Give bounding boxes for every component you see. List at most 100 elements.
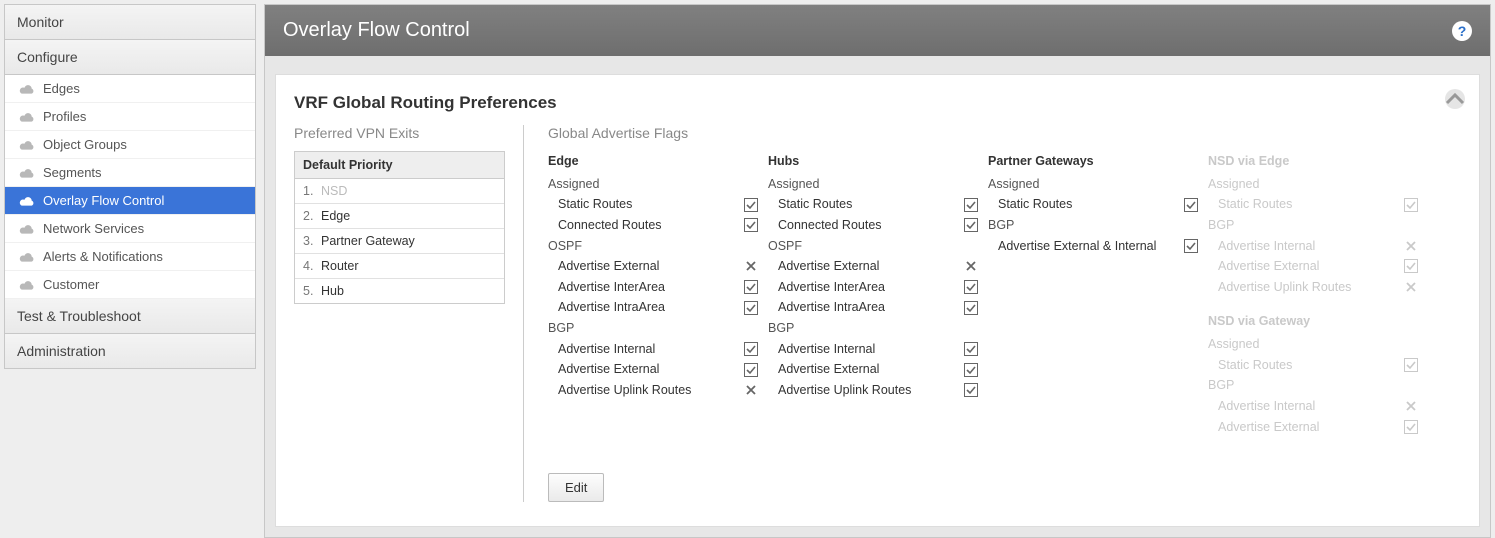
priority-number: 3. (303, 234, 321, 248)
flag-label: Connected Routes (558, 215, 662, 236)
flag-label: Advertise InterArea (778, 277, 885, 298)
cloud-icon (19, 111, 35, 123)
cloud-icon (19, 251, 35, 263)
main-header: Overlay Flow Control ? (265, 5, 1490, 56)
flag-row: Advertise InterArea (548, 277, 758, 298)
sidebar-item-network-services[interactable]: Network Services (5, 215, 255, 243)
flag-group-label: BGP (988, 215, 1198, 236)
flag-label: Advertise IntraArea (558, 297, 665, 318)
card-content: Preferred VPN Exits Default Priority 1.N… (294, 125, 1461, 502)
flag-column-title: NSD via Edge (1208, 151, 1418, 172)
sidebar-section-configure[interactable]: Configure (5, 40, 255, 75)
unchecked-icon[interactable] (1404, 239, 1418, 253)
checked-icon[interactable] (1404, 259, 1418, 273)
checked-icon[interactable] (744, 218, 758, 232)
flag-label: Static Routes (1218, 194, 1292, 215)
flags-title: Global Advertise Flags (548, 125, 1461, 141)
unchecked-icon[interactable] (1404, 280, 1418, 294)
checked-icon[interactable] (964, 342, 978, 356)
sidebar-item-label: Overlay Flow Control (43, 193, 164, 208)
sidebar-item-profiles[interactable]: Profiles (5, 103, 255, 131)
priority-row[interactable]: 3.Partner Gateway (295, 229, 504, 254)
checked-icon[interactable] (744, 363, 758, 377)
flag-label: Advertise Internal (558, 339, 655, 360)
flag-label: Advertise Uplink Routes (558, 380, 691, 401)
unchecked-icon[interactable] (1404, 399, 1418, 413)
sidebar-section-monitor[interactable]: Monitor (5, 5, 255, 40)
checked-icon[interactable] (964, 383, 978, 397)
checked-icon[interactable] (1404, 420, 1418, 434)
checked-icon[interactable] (964, 280, 978, 294)
sidebar-item-label: Object Groups (43, 137, 127, 152)
checked-icon[interactable] (964, 363, 978, 377)
checked-icon[interactable] (744, 342, 758, 356)
flag-label: Static Routes (1218, 355, 1292, 376)
cloud-icon (19, 83, 35, 95)
checked-icon[interactable] (744, 198, 758, 212)
sidebar-item-label: Profiles (43, 109, 86, 124)
flag-row: Advertise IntraArea (768, 297, 978, 318)
priority-label: Hub (321, 284, 344, 298)
sidebar-item-customer[interactable]: Customer (5, 271, 255, 299)
flag-column: EdgeAssignedStatic RoutesConnected Route… (548, 151, 758, 451)
sidebar-configure-list: Edges Profiles Object Groups Segments Overla… (5, 75, 255, 299)
collapse-icon[interactable] (1445, 89, 1465, 109)
app-root: Monitor Configure Edges Profiles Object Gr… (0, 0, 1495, 519)
sidebar-item-label: Network Services (43, 221, 144, 236)
checked-icon[interactable] (744, 301, 758, 315)
flag-label: Advertise Uplink Routes (778, 380, 911, 401)
flag-label: Static Routes (778, 194, 852, 215)
flag-row: Advertise External (768, 359, 978, 380)
sidebar-section-test-troubleshoot[interactable]: Test & Troubleshoot (5, 299, 255, 334)
flag-label: Static Routes (998, 194, 1072, 215)
priority-row[interactable]: 1.NSD (295, 179, 504, 204)
checked-icon[interactable] (1404, 198, 1418, 212)
flag-column-title: Partner Gateways (988, 151, 1198, 172)
priority-number: 4. (303, 259, 321, 273)
priority-table: Default Priority 1.NSD2.Edge3.Partner Ga… (294, 151, 505, 304)
priority-label: Partner Gateway (321, 234, 415, 248)
flag-label: Static Routes (558, 194, 632, 215)
sidebar-item-edges[interactable]: Edges (5, 75, 255, 103)
sidebar-section-administration[interactable]: Administration (5, 334, 255, 368)
priority-number: 2. (303, 209, 321, 223)
flag-row: Connected Routes (768, 215, 978, 236)
help-icon[interactable]: ? (1452, 21, 1472, 41)
checked-icon[interactable] (1404, 358, 1418, 372)
flag-row: Static Routes (768, 194, 978, 215)
flag-row: Advertise External (548, 359, 758, 380)
flag-row: Advertise Internal (1208, 396, 1418, 417)
flag-row: Advertise External (768, 256, 978, 277)
edit-button[interactable]: Edit (548, 473, 604, 502)
flag-column: NSD via EdgeAssignedStatic RoutesBGPAdve… (1208, 151, 1418, 451)
cloud-icon (19, 279, 35, 291)
flag-group-label: BGP (548, 318, 758, 339)
checked-icon[interactable] (964, 198, 978, 212)
checked-icon[interactable] (1184, 239, 1198, 253)
sidebar-item-object-groups[interactable]: Object Groups (5, 131, 255, 159)
flag-row: Static Routes (988, 194, 1198, 215)
sidebar-item-segments[interactable]: Segments (5, 159, 255, 187)
unchecked-icon[interactable] (744, 259, 758, 273)
flag-group-label: BGP (1208, 215, 1418, 236)
checked-icon[interactable] (964, 301, 978, 315)
sidebar-item-overlay-flow-control[interactable]: Overlay Flow Control (5, 187, 255, 215)
checked-icon[interactable] (964, 218, 978, 232)
checked-icon[interactable] (744, 280, 758, 294)
priority-row[interactable]: 5.Hub (295, 279, 504, 303)
flag-row: Static Routes (1208, 194, 1418, 215)
flag-column-title: Hubs (768, 151, 978, 172)
card-title: VRF Global Routing Preferences (294, 93, 1461, 113)
global-advertise-flags: Global Advertise Flags EdgeAssignedStati… (524, 125, 1461, 502)
flag-label: Advertise External (558, 359, 659, 380)
flag-row: Advertise External (1208, 417, 1418, 438)
priority-row[interactable]: 4.Router (295, 254, 504, 279)
unchecked-icon[interactable] (964, 259, 978, 273)
priority-row[interactable]: 2.Edge (295, 204, 504, 229)
flag-row: Advertise Uplink Routes (1208, 277, 1418, 298)
flag-row: Advertise IntraArea (548, 297, 758, 318)
flag-group-label: OSPF (548, 236, 758, 257)
sidebar-item-alerts-notifications[interactable]: Alerts & Notifications (5, 243, 255, 271)
checked-icon[interactable] (1184, 198, 1198, 212)
unchecked-icon[interactable] (744, 383, 758, 397)
